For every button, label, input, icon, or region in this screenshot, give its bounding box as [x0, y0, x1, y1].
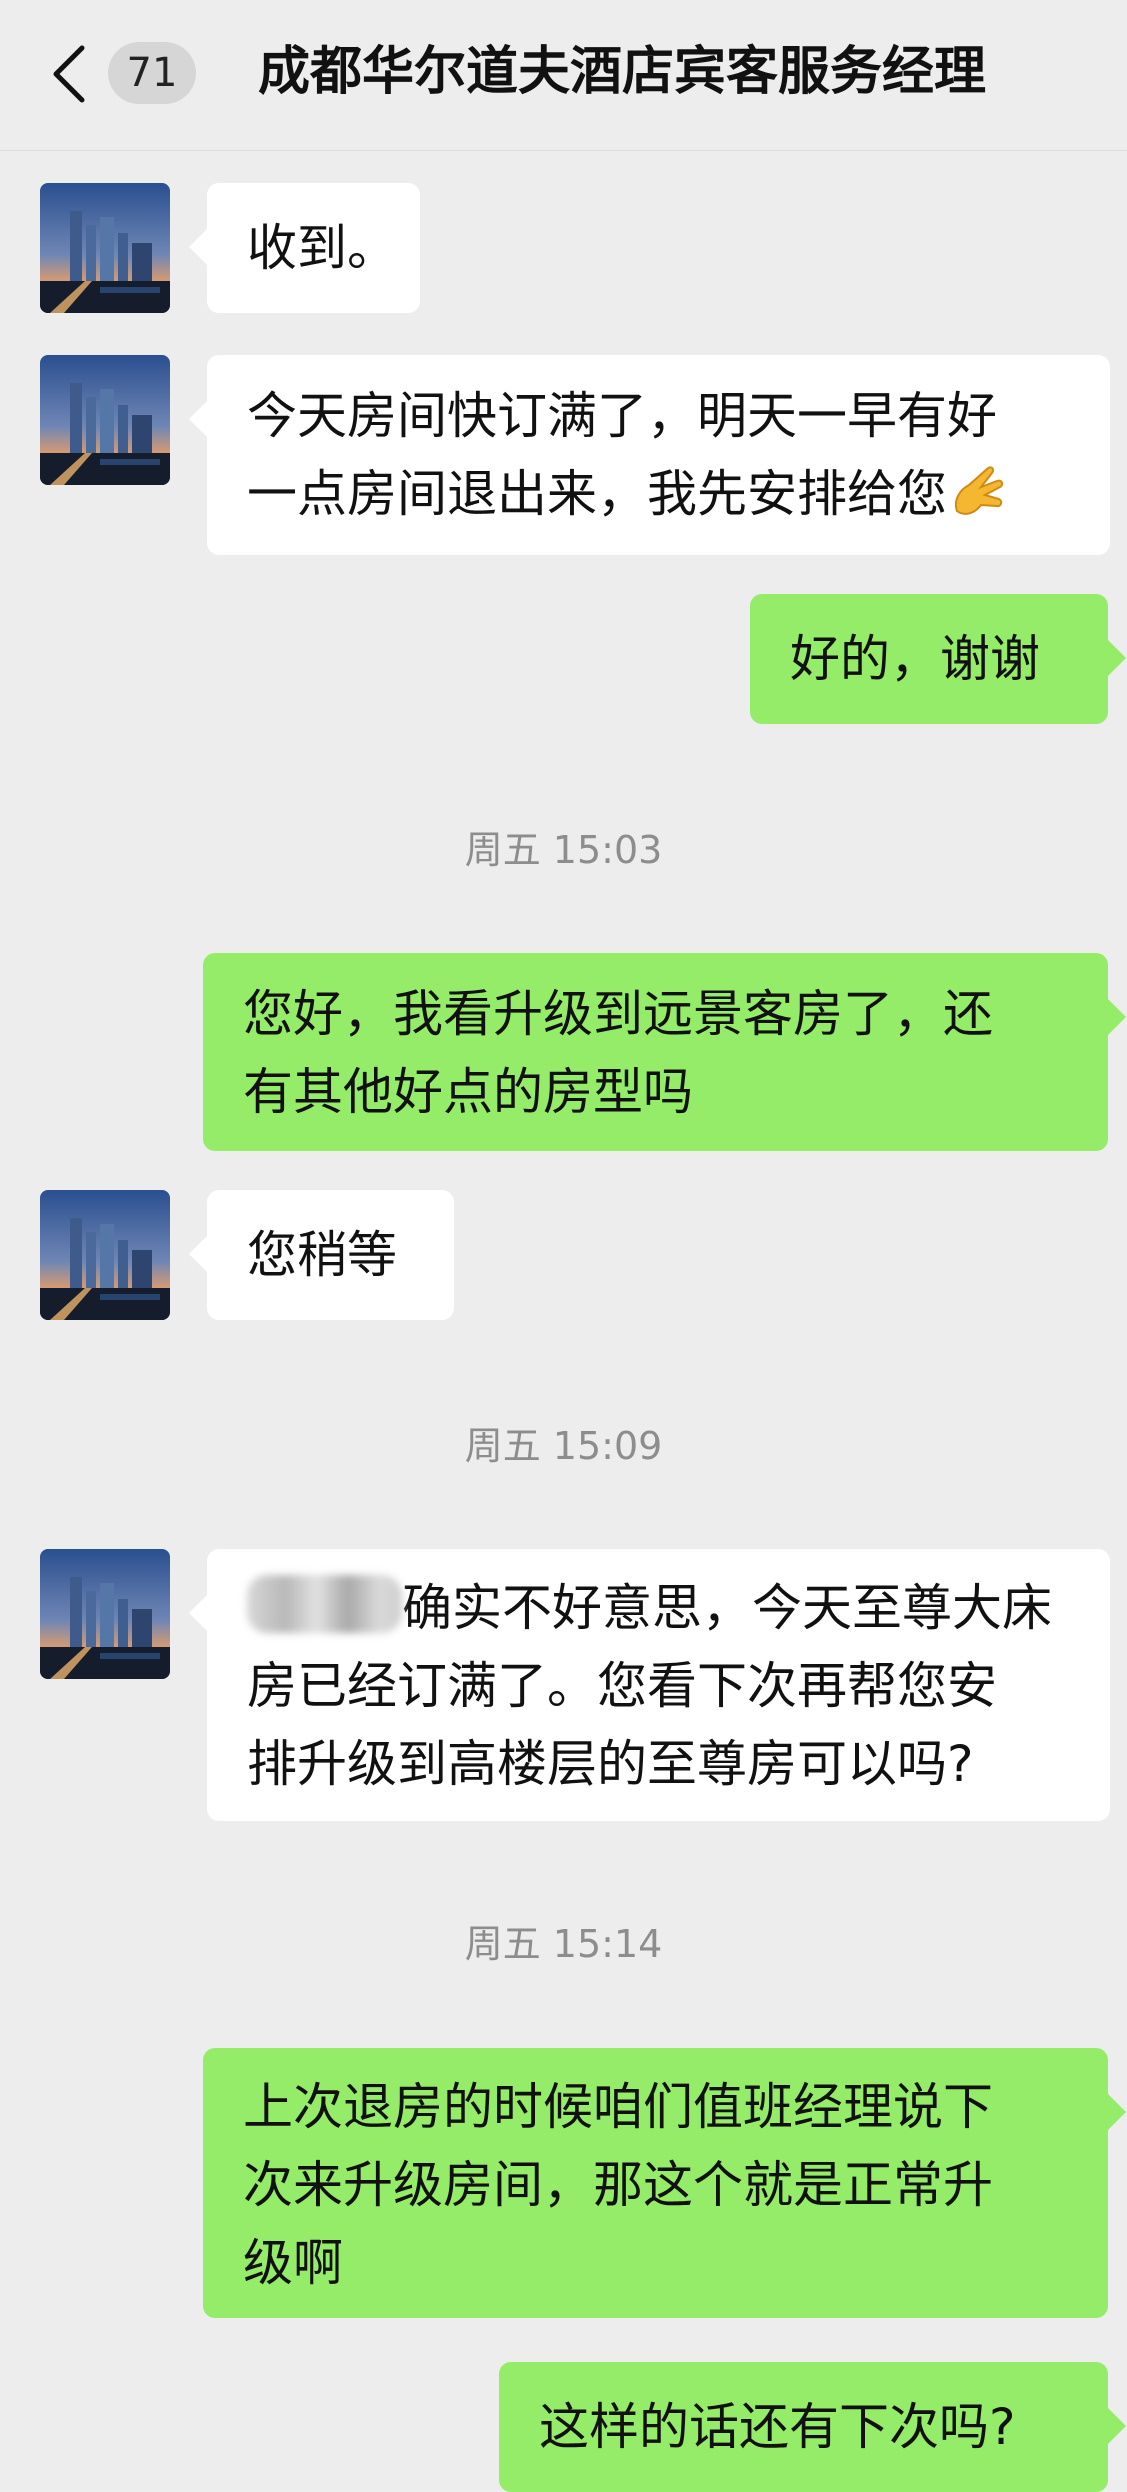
message-text-line: 一点房间退出来，我先安排给您	[247, 455, 1070, 533]
message-text-line: 排升级到高楼层的至尊房可以吗?	[247, 1735, 974, 1793]
hotel-avatar-image	[40, 1190, 170, 1320]
redacted-text-blur	[247, 1575, 402, 1633]
message-text-line: 您好，我看升级到远景客房了，还	[243, 985, 993, 1043]
message-text-line: 有其他好点的房型吗	[243, 1063, 693, 1121]
message-bubble-outgoing[interactable]: 这样的话还有下次吗?	[499, 2362, 1126, 2492]
message-bubble-incoming[interactable]: 收到。	[189, 183, 420, 313]
message-timestamp: 周五 15:03	[464, 828, 663, 872]
contact-avatar[interactable]	[40, 1549, 170, 1679]
message-timestamp: 周五 15:09	[464, 1424, 663, 1468]
chat-header: 71 成都华尔道夫酒店宾客服务经理	[0, 0, 1127, 151]
message-bubble-outgoing[interactable]: 您好，我看升级到远景客房了，还 有其他好点的房型吗	[203, 953, 1126, 1151]
chat-title: 成都华尔道夫酒店宾客服务经理	[258, 42, 987, 102]
message-bubble-outgoing[interactable]: 上次退房的时候咱们值班经理说下 次来升级房间，那这个就是正常升 级啊	[203, 2048, 1126, 2318]
contact-avatar[interactable]	[40, 355, 170, 485]
message-bubble-incoming[interactable]: 确实不好意思，今天至尊大床 房已经订满了。您看下次再帮您安 排升级到高楼层的至尊…	[189, 1549, 1110, 1821]
message-timestamp: 周五 15:14	[464, 1922, 663, 1966]
message-text-line: 确实不好意思，今天至尊大床	[247, 1569, 1070, 1647]
hotel-avatar-image	[40, 1549, 170, 1679]
message-text: 好的，谢谢	[790, 630, 1040, 688]
hotel-avatar-image	[40, 355, 170, 485]
back-arrow-icon[interactable]	[48, 42, 88, 106]
message-text-line: 次来升级房间，那这个就是正常升	[243, 2156, 993, 2214]
message-text-line: 上次退房的时候咱们值班经理说下	[243, 2078, 993, 2136]
unread-count-badge[interactable]: 71	[108, 42, 196, 104]
message-bubble-incoming[interactable]: 今天房间快订满了，明天一早有好 一点房间退出来，我先安排给您	[189, 355, 1110, 555]
contact-avatar[interactable]	[40, 1190, 170, 1320]
pinched-fingers-emoji	[955, 466, 1004, 515]
message-text-line: 级啊	[243, 2234, 343, 2292]
message-bubble-outgoing[interactable]: 好的，谢谢	[750, 594, 1126, 724]
message-text-line: 今天房间快订满了，明天一早有好	[247, 387, 997, 445]
message-bubble-incoming[interactable]: 您稍等	[189, 1190, 454, 1320]
message-text-line: 房已经订满了。您看下次再帮您安	[247, 1657, 997, 1715]
message-text: 您稍等	[247, 1226, 397, 1284]
contact-avatar[interactable]	[40, 183, 170, 313]
message-text: 收到。	[247, 219, 397, 277]
hotel-avatar-image	[40, 183, 170, 313]
message-text: 这样的话还有下次吗?	[539, 2398, 1016, 2456]
